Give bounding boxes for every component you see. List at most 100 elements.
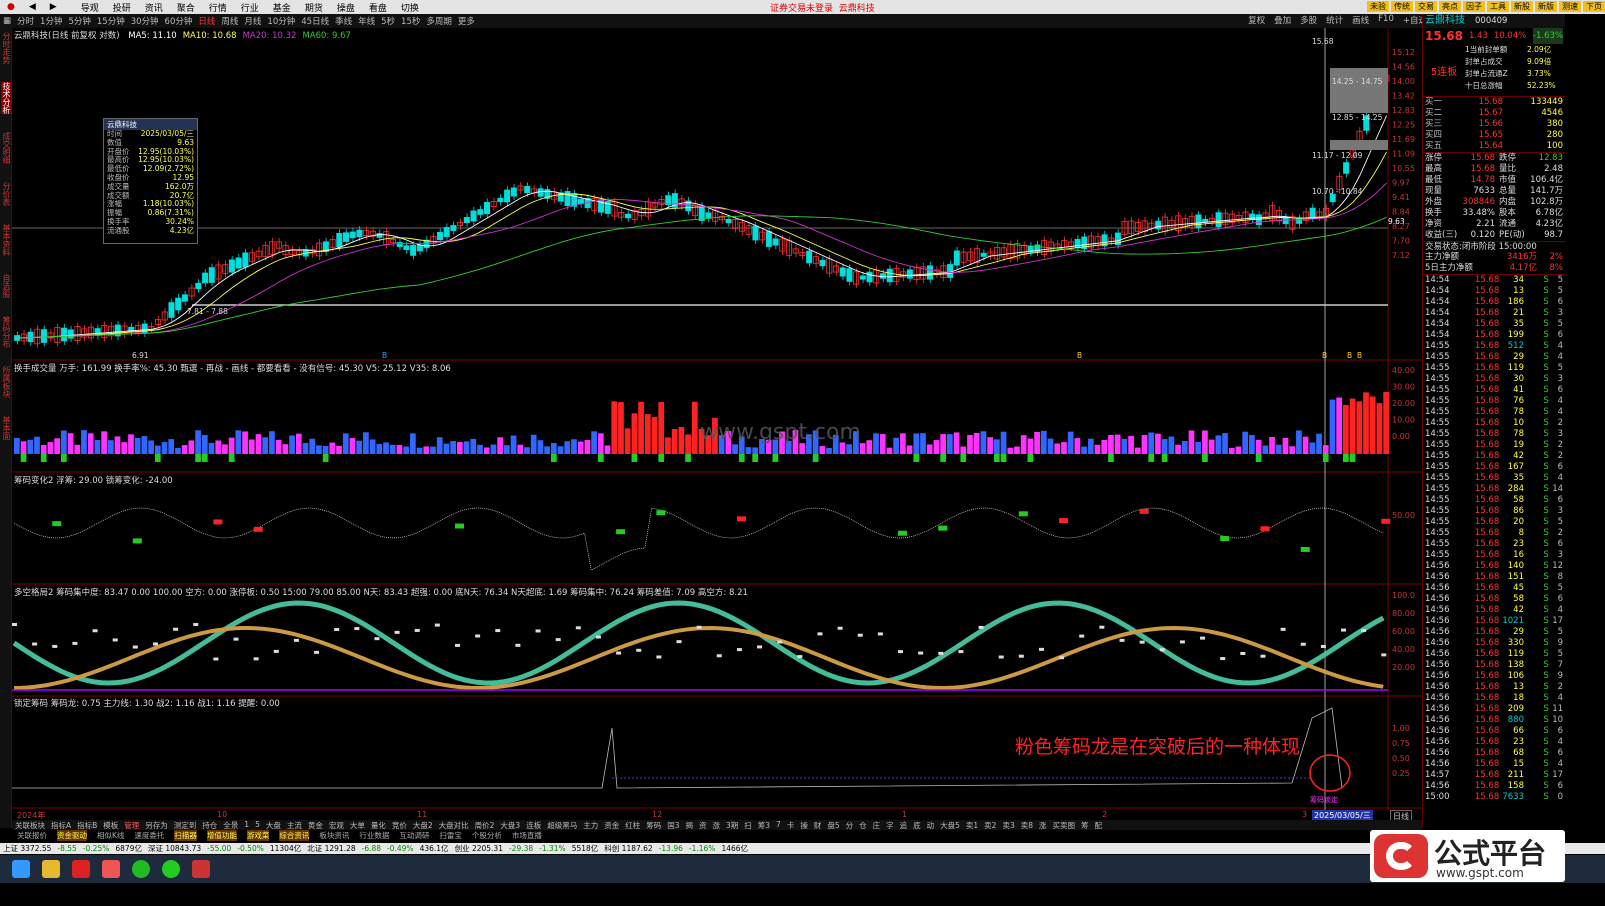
- indicator-tab-30[interactable]: 资: [699, 820, 707, 830]
- wps-icon[interactable]: [192, 860, 210, 878]
- period-tab-9[interactable]: 10分钟: [267, 15, 295, 27]
- indicator-tab-20[interactable]: 周价2: [475, 820, 495, 830]
- period-tab-10[interactable]: 45日线: [301, 15, 329, 27]
- browser-icon[interactable]: [102, 860, 120, 878]
- function-tab-0[interactable]: 关联报价: [17, 830, 47, 841]
- indicator-tab-2[interactable]: 指标B: [77, 820, 97, 830]
- indicator-tab-36[interactable]: 卡: [787, 820, 795, 830]
- period-tab-6[interactable]: 日线: [198, 15, 215, 27]
- period-tab-1[interactable]: 1分钟: [40, 15, 62, 27]
- function-tab-8[interactable]: 板块资讯: [319, 830, 349, 841]
- menu-item-0[interactable]: 导观: [81, 1, 99, 14]
- menu-item-1[interactable]: 投研: [113, 1, 131, 14]
- indicator-tab-49[interactable]: 卖2: [984, 820, 996, 830]
- menu-item-7[interactable]: 期货: [305, 1, 323, 14]
- indicator-tab-1[interactable]: 指标A: [51, 820, 71, 830]
- indicator-tab-3[interactable]: 模板: [103, 820, 118, 830]
- indicator-tab-17[interactable]: 竞价: [392, 820, 407, 830]
- function-tab-5[interactable]: 增值功能: [206, 830, 237, 841]
- indicator-tab-6[interactable]: 测定到: [174, 820, 197, 830]
- nav-forward-icon[interactable]: ▶: [50, 2, 57, 12]
- indicator-tab-31[interactable]: 涨: [712, 820, 720, 830]
- index-quote-15[interactable]: 5518亿: [572, 843, 599, 854]
- indicator-tab-46[interactable]: 动: [927, 820, 935, 830]
- indicator-tab-15[interactable]: 大单: [350, 820, 365, 830]
- function-tab-11[interactable]: 扫雷宝: [439, 830, 462, 841]
- function-tab-7[interactable]: 综合资讯: [279, 830, 310, 841]
- period-tab-8[interactable]: 月线: [244, 15, 261, 27]
- indicator-tab-12[interactable]: 主流: [287, 820, 302, 830]
- menu-item-9[interactable]: 看盘: [369, 1, 387, 14]
- indicator-tab-21[interactable]: 大盘3: [500, 820, 520, 830]
- period-tab-11[interactable]: 季线: [335, 15, 352, 27]
- indicator-tab-37[interactable]: 操: [800, 820, 808, 830]
- chart-area[interactable]: 15.68 14.25 - 14.75 12.85 - 14.25 11.17 - 1…: [12, 28, 1422, 810]
- index-quote-7[interactable]: 11304亿: [270, 843, 301, 854]
- indicator-tab-25[interactable]: 资金: [604, 820, 619, 830]
- index-quote-16[interactable]: 科创 1187.62: [604, 843, 652, 854]
- indicator-tab-16[interactable]: 量化: [371, 820, 386, 830]
- function-tab-2[interactable]: 相似K线: [97, 830, 124, 841]
- login-status[interactable]: 证券交易未登录: [770, 4, 833, 14]
- index-quote-18[interactable]: -1.16%: [689, 844, 716, 853]
- indicator-tab-28[interactable]: 国3: [667, 820, 679, 830]
- function-tab-6[interactable]: 游戏菜: [246, 830, 270, 841]
- indicator-tab-23[interactable]: 超级黑马: [547, 820, 577, 830]
- indicator-tab-10[interactable]: 5: [255, 820, 260, 830]
- windows-start-icon[interactable]: [12, 860, 30, 878]
- indicator-tab-34[interactable]: 筹3: [758, 820, 770, 830]
- period-tab-15[interactable]: 多周期: [426, 15, 452, 27]
- stock-app-icon[interactable]: [72, 860, 90, 878]
- indicator-tab-26[interactable]: 红柱: [625, 820, 640, 830]
- index-quote-4[interactable]: 深证 10843.73: [148, 843, 201, 854]
- indicator-tab-45[interactable]: 底: [913, 820, 921, 830]
- top-button-0[interactable]: 未验: [1367, 1, 1389, 12]
- top-button-1[interactable]: 传统: [1391, 1, 1413, 12]
- indicator-tab-52[interactable]: 涨: [1039, 820, 1047, 830]
- index-quote-8[interactable]: 北证 1291.28: [307, 843, 355, 854]
- top-button-6[interactable]: 新股: [1511, 1, 1533, 12]
- chart-tool-5[interactable]: F10: [1378, 14, 1394, 26]
- file-explorer-icon[interactable]: [42, 860, 60, 878]
- function-tab-12[interactable]: 个股分析: [472, 830, 502, 841]
- indicator-tab-55[interactable]: 配: [1095, 820, 1103, 830]
- indicator-tab-4[interactable]: 管理: [124, 820, 139, 830]
- function-tab-1[interactable]: 资金驱动: [57, 830, 87, 841]
- left-tab-2[interactable]: 成交明细: [1, 132, 12, 164]
- indicator-tab-19[interactable]: 大盘对比: [439, 820, 469, 830]
- indicator-tab-42[interactable]: 庄: [873, 820, 881, 830]
- chart-tool-4[interactable]: 画线: [1352, 14, 1369, 26]
- left-tab-5[interactable]: 自选股: [1, 274, 12, 298]
- indicator-tab-35[interactable]: 7: [776, 820, 781, 830]
- index-quote-9[interactable]: -6.88: [362, 844, 381, 853]
- menu-item-4[interactable]: 行情: [209, 1, 227, 14]
- period-tab-5[interactable]: 60分钟: [165, 15, 193, 27]
- menu-item-5[interactable]: 行业: [241, 1, 259, 14]
- index-quote-2[interactable]: -0.25%: [83, 844, 110, 853]
- index-quote-14[interactable]: -1.31%: [539, 844, 566, 853]
- function-tab-3[interactable]: 速度委托: [134, 830, 164, 841]
- period-tab-3[interactable]: 15分钟: [97, 15, 125, 27]
- top-button-2[interactable]: 交易: [1415, 1, 1437, 12]
- indicator-tab-9[interactable]: 1: [244, 820, 249, 830]
- left-tab-0[interactable]: 分时走势: [1, 32, 12, 64]
- indicator-tab-48[interactable]: 卖1: [966, 820, 978, 830]
- menu-item-10[interactable]: 切换: [401, 1, 419, 14]
- left-tab-7[interactable]: 所属板块: [1, 366, 12, 398]
- index-quote-17[interactable]: -13.96: [659, 844, 683, 853]
- grid-icon[interactable]: ▦: [3, 16, 11, 26]
- menu-item-6[interactable]: 基金: [273, 1, 291, 14]
- chart-tool-1[interactable]: 叠加: [1274, 14, 1291, 26]
- top-button-5[interactable]: 工具: [1487, 1, 1509, 12]
- function-tab-4[interactable]: 扫描器: [174, 830, 197, 841]
- indicator-tab-53[interactable]: 买卖图: [1053, 820, 1076, 830]
- chart-tool-0[interactable]: 复权: [1248, 14, 1265, 26]
- menu-item-3[interactable]: 聚合: [177, 1, 195, 14]
- menu-item-2[interactable]: 资讯: [145, 1, 163, 14]
- indicator-tab-41[interactable]: 仓: [859, 820, 867, 830]
- left-tab-6[interactable]: 筹码分布: [1, 316, 12, 348]
- stock-name[interactable]: 云鼎科技: [1425, 14, 1465, 28]
- indicator-tab-8[interactable]: 全景: [223, 820, 238, 830]
- function-tab-13[interactable]: 市场直播: [512, 830, 542, 841]
- chart-tool-3[interactable]: 统计: [1326, 14, 1343, 26]
